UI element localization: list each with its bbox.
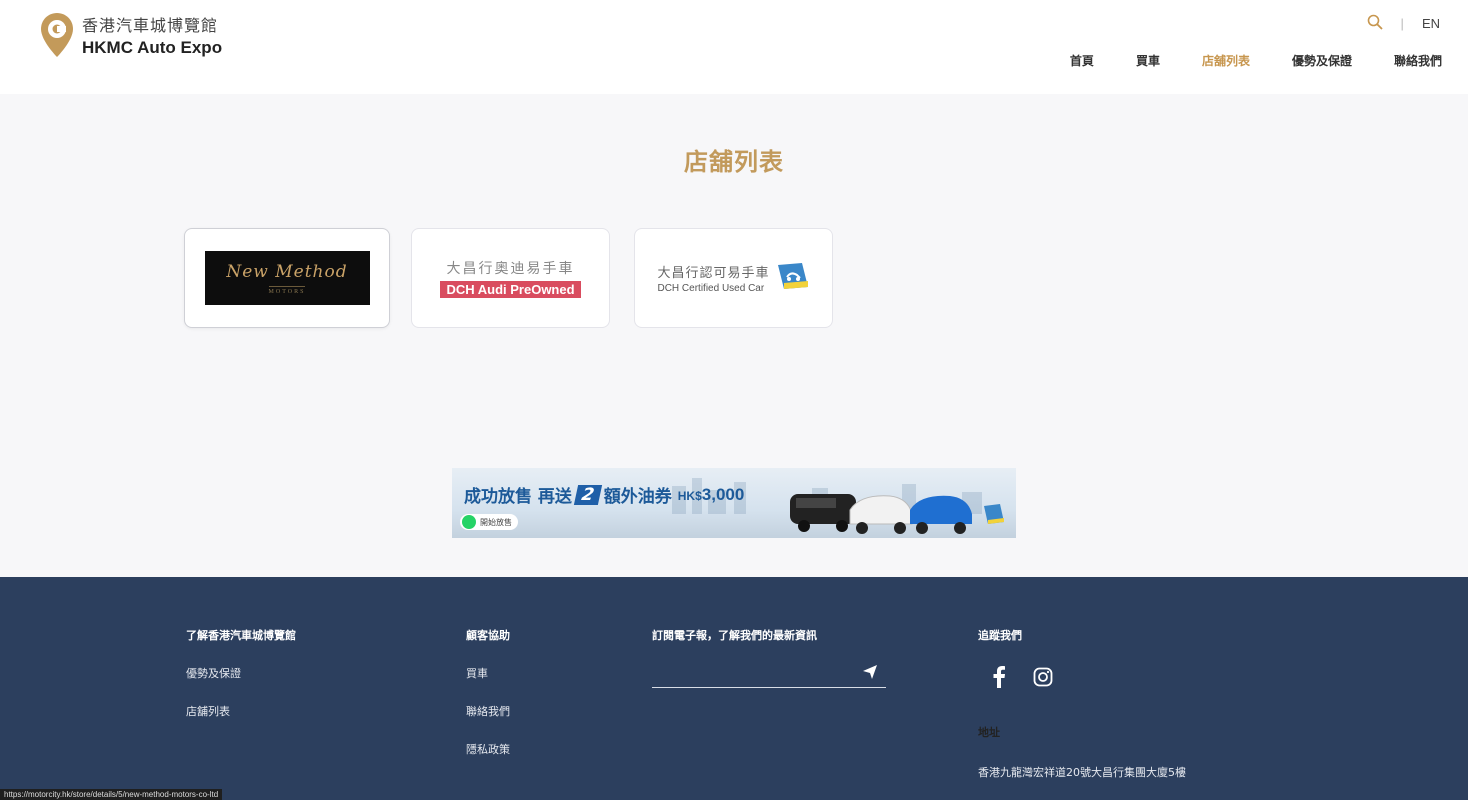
site-logo[interactable]: 香港汽車城博覽館 HKMC Auto Expo: [40, 12, 222, 58]
promo-banner[interactable]: 成功放售 再送 2 額外油券 HK$3,000 開始放售: [452, 468, 1016, 538]
nav-home[interactable]: 首頁: [1070, 52, 1094, 69]
banner-headline: 成功放售 再送 2 額外油券 HK$3,000: [464, 482, 744, 507]
nav-advantages[interactable]: 優勢及保證: [1292, 52, 1352, 69]
page-title: 店舖列表: [684, 148, 784, 176]
footer-heading-about: 了解香港汽車城博覽館: [186, 629, 296, 642]
subscribe-email-input[interactable]: [652, 687, 886, 688]
separator: |: [1400, 16, 1404, 31]
dch-certified-english: DCH Certified Used Car: [657, 283, 765, 294]
banner-number: 2: [573, 484, 602, 505]
footer-link-advantages[interactable]: 優勢及保證: [186, 665, 296, 681]
banner-currency: HK$: [677, 488, 702, 503]
footer-link-privacy[interactable]: 隱私政策: [466, 741, 510, 757]
store-card-new-method[interactable]: New Method MOTORS: [184, 228, 390, 328]
whatsapp-label: 開始放售: [480, 517, 512, 527]
dch-audi-logo: 大昌行奧迪易手車 DCH Audi PreOwned: [440, 258, 581, 298]
footer-col-support: 顧客協助 買車 聯絡我們 隱私政策: [466, 627, 510, 757]
new-method-sub: MOTORS: [268, 285, 306, 295]
footer-heading-follow: 追蹤我們: [978, 629, 1022, 642]
banner-text-1: 成功放售 再送: [464, 487, 572, 507]
address-text: 香港九龍灣宏祥道20號大昌行集團大廈5樓: [978, 766, 1186, 779]
footer-link-buy-car[interactable]: 買車: [466, 665, 510, 681]
nav-contact[interactable]: 聯絡我們: [1394, 52, 1442, 69]
dch-certified-logo: 大昌行認可易手車 DCH Certified Used Car: [657, 261, 809, 295]
store-card-dch-audi[interactable]: 大昌行奧迪易手車 DCH Audi PreOwned: [411, 228, 610, 328]
dch-audi-chinese: 大昌行奧迪易手車: [446, 261, 575, 277]
footer-link-store-list[interactable]: 店舖列表: [186, 703, 296, 719]
cars-image-icon: [790, 494, 1004, 534]
footer-col-follow: 追蹤我們: [978, 627, 1022, 643]
footer-link-contact[interactable]: 聯絡我們: [466, 703, 510, 719]
banner-amount-value: 3,000: [701, 484, 745, 504]
logo-english: HKMC Auto Expo: [82, 38, 223, 57]
new-method-script: New Method: [226, 261, 348, 282]
new-method-logo: New Method MOTORS: [204, 251, 370, 305]
instagram-icon[interactable]: [1033, 667, 1053, 687]
car-badge-icon: [776, 261, 810, 295]
nav-buy-car[interactable]: 買車: [1136, 52, 1160, 69]
language-toggle[interactable]: EN: [1422, 16, 1440, 31]
footer-col-about: 了解香港汽車城博覽館 優勢及保證 店舖列表: [186, 627, 296, 719]
whatsapp-pill[interactable]: 開始放售: [460, 514, 518, 530]
header-utilities: | EN: [1367, 14, 1440, 33]
search-icon[interactable]: [1367, 14, 1383, 33]
footer-heading-subscribe: 訂閱電子報，了解我們的最新資訊: [652, 629, 817, 642]
facebook-icon[interactable]: [992, 666, 1006, 688]
location-pin-icon: [40, 12, 74, 58]
logo-text: 香港汽車城博覽館 HKMC Auto Expo: [82, 12, 222, 58]
address-heading: 地址: [978, 726, 1000, 739]
banner-amount: HK$3,000: [678, 485, 745, 505]
logo-chinese: 香港汽車城博覽館: [82, 16, 219, 35]
site-header: 香港汽車城博覽館 HKMC Auto Expo | EN 首頁 買車 店舖列表 …: [0, 0, 1468, 94]
banner-text-2: 額外油券: [603, 487, 672, 507]
footer-heading-support: 顧客協助: [466, 629, 510, 642]
store-card-dch-certified[interactable]: 大昌行認可易手車 DCH Certified Used Car: [634, 228, 833, 328]
footer-col-subscribe: 訂閱電子報，了解我們的最新資訊: [652, 627, 817, 643]
send-icon[interactable]: [862, 664, 878, 680]
main-nav: 首頁 買車 店舖列表 優勢及保證 聯絡我們: [1028, 52, 1442, 69]
site-footer: 了解香港汽車城博覽館 優勢及保證 店舖列表 顧客協助 買車 聯絡我們 隱私政策 …: [0, 577, 1468, 800]
nav-store-list[interactable]: 店舖列表: [1202, 52, 1250, 69]
whatsapp-icon: [462, 515, 476, 529]
browser-status-url: https://motorcity.hk/store/details/5/new…: [0, 789, 223, 800]
dch-certified-chinese: 大昌行認可易手車: [657, 266, 770, 281]
dch-audi-english: DCH Audi PreOwned: [440, 281, 581, 298]
